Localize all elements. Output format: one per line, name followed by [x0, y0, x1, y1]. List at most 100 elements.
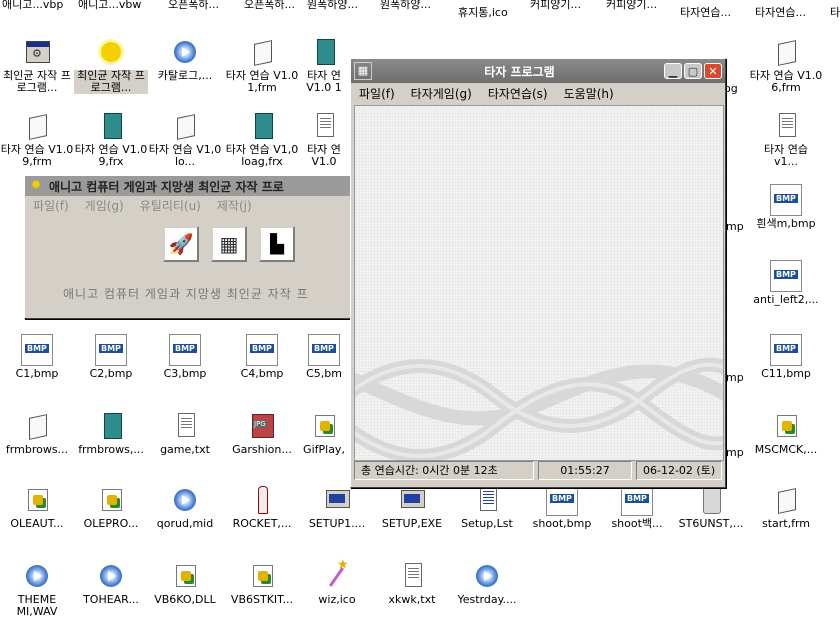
icon-label: C3,bmp — [163, 368, 207, 380]
desktop-icon[interactable]: GifPlay, — [298, 410, 350, 456]
icon-label[interactable]: 원폭하양... — [307, 0, 358, 12]
icon-label[interactable]: mp — [726, 220, 744, 233]
desktop-top-row: 애니고...vbp 애니고...vbw 오픈폭하... 오픈폭하... 원폭하양… — [0, 0, 840, 19]
desktop-icon[interactable]: wiz,ico — [300, 560, 374, 606]
dll-file-icon — [770, 410, 802, 442]
icon-label[interactable]: 휴지통,ico — [458, 4, 508, 20]
desktop-icon[interactable]: 타자 연습 V1,0 lo... — [148, 110, 222, 168]
desktop-icon[interactable]: Setup,Lst — [450, 484, 524, 530]
icon-label: shoot,bmp — [532, 518, 592, 530]
desktop-icon[interactable]: TOHEAR... — [74, 560, 148, 606]
menu-file[interactable]: 파일(f) — [25, 197, 77, 214]
desktop-icon[interactable]: BMP 흰색m,bmp — [749, 184, 823, 230]
desktop-icon[interactable]: 타자 연습 V1,0 loag,frx — [222, 110, 302, 168]
icon-label: 타자 연습 V1.0 1,frm — [225, 70, 299, 94]
desktop-icon[interactable]: 타자 연습 V1.0 1,frm — [225, 36, 299, 94]
desktop-icon[interactable]: 타자 연습 V1.0 9,frx — [74, 110, 148, 168]
icon-label: OLEAUT... — [10, 518, 64, 530]
bmp-file-icon: BMP — [621, 484, 653, 516]
dll-file-icon — [21, 484, 53, 516]
rocket-game-button[interactable]: 🚀 — [163, 226, 199, 262]
desktop-icon[interactable]: VB6KO,DLL — [148, 560, 222, 606]
icon-label: qorud,mid — [156, 518, 214, 530]
desktop-icon[interactable]: frmbrows,... — [74, 410, 148, 456]
desktop-icon[interactable]: 최인균 자작 프로그램... — [0, 36, 74, 94]
menu-make[interactable]: 제작(j) — [209, 197, 260, 214]
icon-label[interactable]: 타자연습... — [755, 4, 806, 20]
frx-file-icon — [308, 36, 340, 68]
icon-label[interactable]: 원폭하양... — [380, 0, 431, 12]
icon-label[interactable]: mp — [726, 371, 744, 384]
icon-label[interactable]: 오픈폭하... — [244, 0, 295, 12]
desktop-icon[interactable]: ST6UNST,... — [674, 484, 748, 530]
desktop-icon[interactable]: THEME MI,WAV — [0, 560, 74, 618]
menu-typing-game[interactable]: 타자게임(g) — [403, 85, 480, 102]
jpg-file-icon: JPG — [246, 410, 278, 442]
desktop-icon[interactable]: Yestrday.... — [450, 560, 524, 606]
desktop-icon[interactable]: OLEAUT... — [0, 484, 74, 530]
desktop-icon[interactable]: BMP C11,bmp — [749, 334, 823, 380]
desktop-icon[interactable]: game,txt — [148, 410, 222, 456]
icon-label: Setup,Lst — [461, 518, 513, 530]
launcher-title-bar[interactable]: ✹ 애니고 컴퓨터 게임과 지망생 최인균 자작 프로 — [25, 176, 355, 196]
launcher-menu-bar: 파일(f) 게임(g) 유틸리티(u) 제작(j) — [25, 196, 355, 214]
desktop-icon[interactable]: 카탈로그,... — [148, 36, 222, 82]
typing-title-bar[interactable]: ▦ 타자 프로그램 ▁ ▢ ✕ — [351, 59, 725, 83]
desktop-icon[interactable]: ROCKET,... — [225, 484, 299, 530]
typing-window: ▦ 타자 프로그램 ▁ ▢ ✕ 파일(f) 타자게임(g) 타자연습(s) 도움… — [350, 58, 726, 488]
icon-label: 타자 연습v1... — [764, 144, 808, 168]
icon-label: 타자 연습 V1,0 lo... — [148, 144, 222, 168]
icon-label: start,frm — [761, 518, 811, 530]
minimize-button[interactable]: ▁ — [664, 63, 682, 79]
desktop-icon[interactable]: BMP shoot백... — [600, 484, 674, 530]
icon-label[interactable]: og — [724, 82, 738, 95]
media-icon — [169, 36, 201, 68]
desktop-icon[interactable]: 타자 연 V1.0 1 — [298, 36, 350, 94]
desktop-icon[interactable]: BMP C2,bmp — [74, 334, 148, 380]
menu-typing-practice[interactable]: 타자연습(s) — [480, 85, 556, 102]
icon-label[interactable]: 오픈폭하... — [168, 0, 219, 12]
menu-help[interactable]: 도움말(h) — [556, 85, 622, 102]
desktop-icon[interactable]: xkwk,txt — [375, 560, 449, 606]
desktop-icon[interactable]: 타자 연습 V1.0 9,frm — [0, 110, 74, 168]
desktop-icon[interactable]: BMP C1,bmp — [0, 334, 74, 380]
icon-label[interactable]: 타자연습... — [680, 4, 731, 20]
desktop-icon[interactable]: BMP C3,bmp — [148, 334, 222, 380]
typing-game-button[interactable]: ▙ — [259, 226, 295, 262]
desktop-icon[interactable]: VB6STKIT... — [225, 560, 299, 606]
desktop-icon[interactable]: BMP C5,bm — [298, 334, 350, 380]
icon-label[interactable]: 애니고...vbp — [2, 0, 63, 12]
desktop-icon[interactable]: SETUP1.... — [300, 484, 374, 530]
menu-file[interactable]: 파일(f) — [351, 85, 403, 102]
icon-label[interactable]: 애니고...vbw — [78, 0, 141, 12]
close-button[interactable]: ✕ — [704, 63, 722, 79]
sun-icon — [95, 36, 127, 68]
icon-label: SETUP1.... — [308, 518, 366, 530]
desktop-icon[interactable]: BMP C4,bmp — [225, 334, 299, 380]
desktop-icon[interactable]: MSCMCK,... — [749, 410, 823, 456]
setup-icon — [321, 484, 353, 516]
desktop-icon[interactable]: 최인균 자작 프로그램... — [74, 36, 148, 94]
maximize-button[interactable]: ▢ — [684, 63, 702, 79]
desktop-icon[interactable]: SETUP,EXE — [375, 484, 449, 530]
icon-label[interactable]: 타 — [830, 4, 840, 20]
desktop-icon[interactable]: qorud,mid — [148, 484, 222, 530]
icon-label: GifPlay, — [303, 444, 345, 456]
desktop-icon[interactable]: start,frm — [749, 484, 823, 530]
desktop-icon[interactable]: OLEPRO... — [74, 484, 148, 530]
icon-label[interactable]: 커피양기... — [530, 0, 581, 12]
desktop-icon[interactable]: JPG Garshion... — [225, 410, 299, 456]
form-file-icon — [770, 36, 802, 68]
desktop-icon[interactable]: BMP shoot,bmp — [525, 484, 599, 530]
desktop-icon[interactable]: 타자 연습 V1.0 6,frm — [749, 36, 823, 94]
menu-game[interactable]: 게임(g) — [77, 197, 132, 214]
desktop-icon[interactable]: 타자 연습v1... — [749, 110, 823, 168]
desktop-icon[interactable]: 타자 연 V1.0 — [298, 110, 350, 168]
desktop-icon[interactable]: BMP anti_left2,... — [749, 260, 823, 306]
keyboard-game-button[interactable]: ▦ — [211, 226, 247, 262]
icon-label: anti_left2,... — [753, 294, 819, 306]
menu-utility[interactable]: 유틸리티(u) — [132, 197, 209, 214]
icon-label[interactable]: 커피양기... — [606, 0, 657, 12]
app-icon — [21, 36, 53, 68]
desktop-icon[interactable]: frmbrows... — [0, 410, 74, 456]
